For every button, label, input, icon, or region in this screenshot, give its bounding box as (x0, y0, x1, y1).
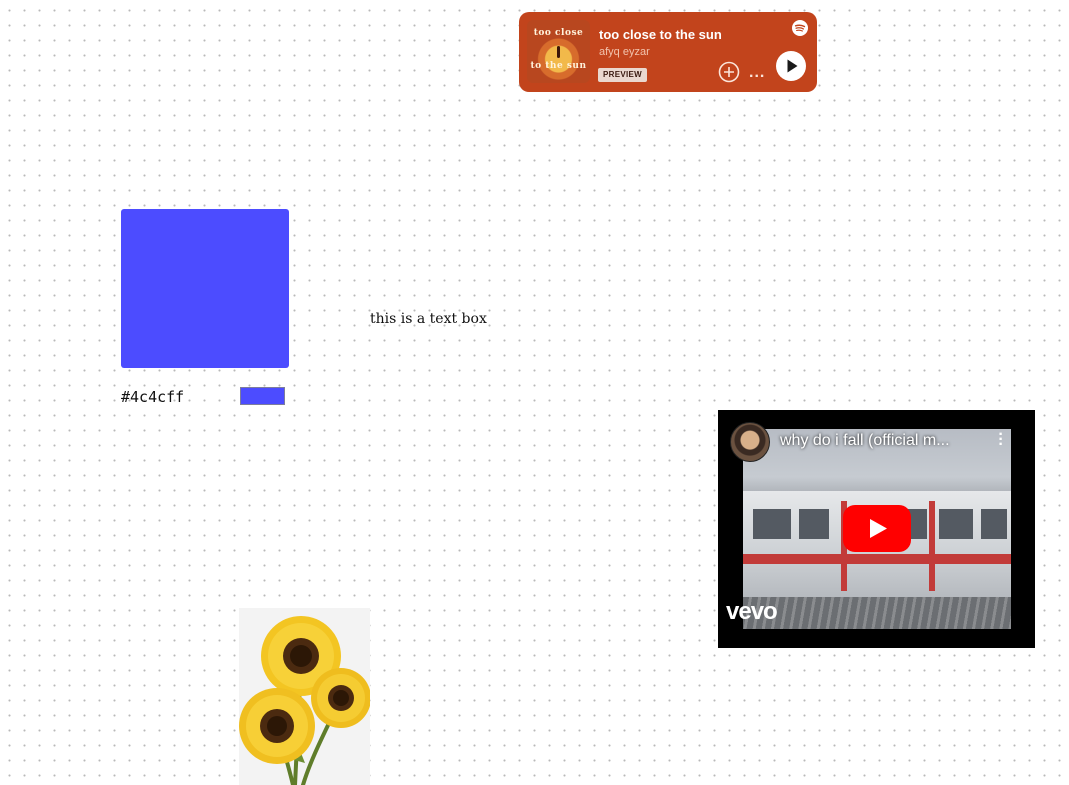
cover-text-top: too close (533, 28, 584, 38)
video-title[interactable]: why do i fall (official m... (780, 432, 950, 450)
more-icon[interactable]: ... (749, 64, 765, 82)
sunflower-bouquet-image (239, 608, 370, 785)
cover-figure (557, 46, 560, 58)
kebab-menu-icon[interactable]: · · · (997, 427, 1005, 453)
play-icon[interactable] (776, 51, 806, 81)
spotify-embed[interactable]: too close to the sun too close to the su… (519, 12, 817, 92)
album-cover[interactable]: too close to the sun (527, 20, 590, 83)
youtube-play-icon[interactable] (843, 505, 911, 552)
cover-text-bottom: to the sun (530, 61, 587, 71)
hex-color-label: #4c4cff (121, 388, 185, 406)
track-title[interactable]: too close to the sun (599, 27, 722, 42)
vevo-logo: vevo (726, 598, 778, 625)
text-box[interactable]: this is a text box (370, 311, 487, 327)
artist-name[interactable]: afyq eyzar (599, 46, 650, 58)
preview-badge: PREVIEW (598, 68, 647, 82)
youtube-embed[interactable]: why do i fall (official m... · · · vevo (718, 410, 1035, 648)
spotify-logo-icon[interactable] (792, 20, 808, 36)
color-swatch[interactable] (121, 209, 289, 368)
channel-avatar[interactable] (730, 422, 770, 462)
add-circle-icon[interactable] (718, 61, 740, 83)
color-picker-input[interactable] (240, 387, 285, 405)
